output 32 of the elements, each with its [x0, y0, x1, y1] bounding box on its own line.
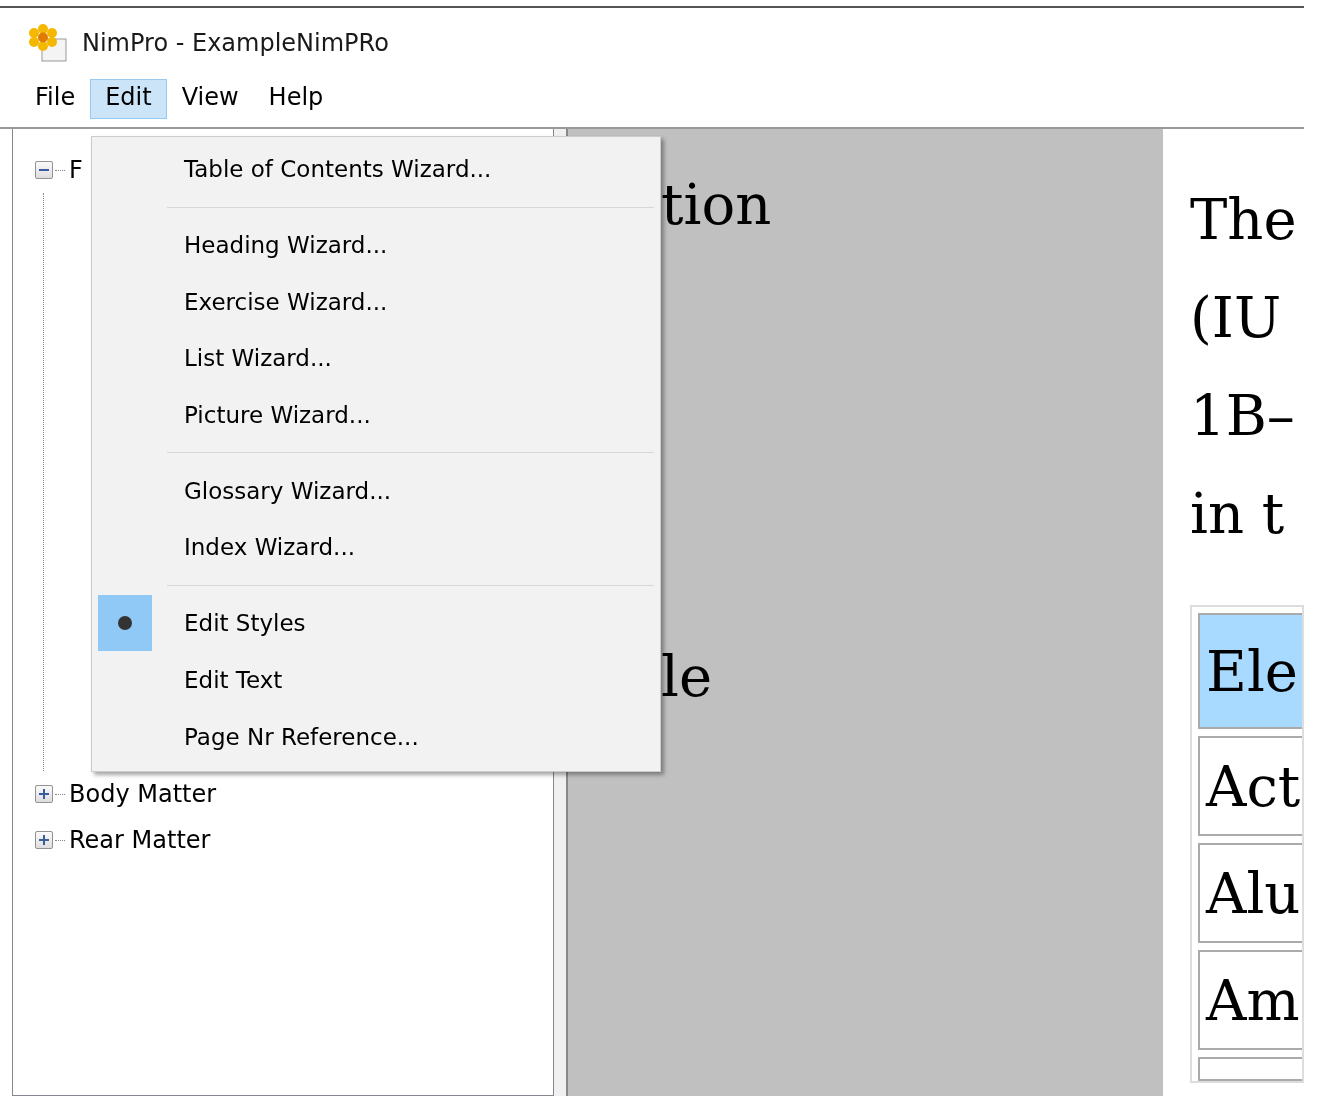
menu-item[interactable]: Help	[253, 79, 339, 119]
window-title: NimPro - ExampleNimPRo	[82, 29, 389, 57]
menu-item[interactable]: Edit Styles	[92, 594, 660, 652]
tree-item[interactable]: F	[69, 156, 83, 184]
menu-item[interactable]: Table of Contents Wizard...	[92, 141, 660, 198]
table-cell: Alu	[1198, 843, 1302, 943]
flower-icon	[28, 23, 70, 63]
expand-icon[interactable]	[35, 785, 53, 803]
paragraph-text: 1B–	[1190, 382, 1296, 450]
menu-item[interactable]: Edit	[90, 79, 167, 119]
heading: tion	[661, 171, 773, 239]
collapse-icon[interactable]	[35, 161, 53, 179]
paragraph-text: in t	[1190, 480, 1286, 548]
menu-item[interactable]: Glossary Wizard...	[92, 462, 660, 520]
header-cell: Ele	[1198, 613, 1302, 729]
expand-icon[interactable]	[35, 831, 53, 849]
menu-item[interactable]: File	[20, 79, 91, 119]
menu-item[interactable]: List Wizard...	[92, 330, 660, 387]
table-cell: Am	[1198, 950, 1302, 1050]
menu-item[interactable]: Exercise Wizard...	[92, 273, 660, 331]
heading: le	[661, 643, 714, 711]
tree-item[interactable]: Rear Matter	[69, 826, 211, 854]
paragraph-text: The	[1190, 186, 1298, 254]
tree-item[interactable]: Body Matter	[69, 780, 217, 808]
menu-item[interactable]: Page Nr Reference...	[92, 708, 660, 765]
menu-item[interactable]: Heading Wizard...	[92, 216, 660, 274]
paragraph-text: (IU	[1190, 284, 1283, 352]
menu-item[interactable]: Edit Text	[92, 651, 660, 709]
menu-item[interactable]: View	[166, 79, 254, 119]
menu-item[interactable]: Picture Wizard...	[92, 386, 660, 444]
menu-item[interactable]: Index Wizard...	[92, 519, 660, 576]
table-cell: Act	[1198, 736, 1302, 836]
